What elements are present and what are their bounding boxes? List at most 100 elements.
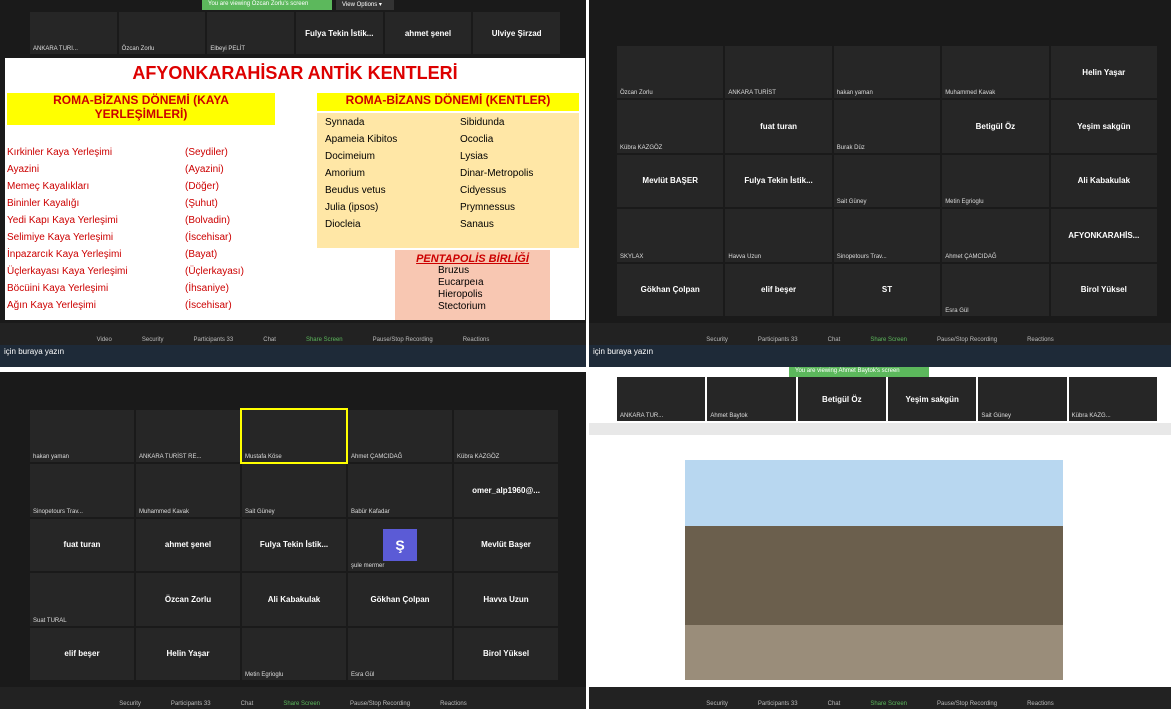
participants-button[interactable]: Participants 33	[194, 337, 234, 343]
thumbnail[interactable]: Sait Güney	[978, 377, 1067, 421]
thumbnail[interactable]: Kübra KAZG...	[1068, 377, 1157, 421]
thumbnail[interactable]: ANKARA TUR...	[617, 377, 706, 421]
slide-title: AFYONKARAHİSAR ANTİK KENTLERİ	[132, 63, 458, 83]
cities-column-a: Synnada Apameia Kibitos Docimeium Amorium Be…	[325, 117, 398, 230]
thumbnail-strip: ANKARA TURI... Özcan Zorlu Elbeyi PELİT …	[30, 12, 560, 54]
rock-site-list: Kırkinler Kaya Yerleşimi Ayazini Memeç Kay…	[7, 147, 128, 311]
participant-tile[interactable]: omer_alp1960@...	[454, 464, 558, 517]
participant-tile[interactable]: hakan yaman	[833, 46, 941, 99]
participant-tile[interactable]: SKYLAX	[617, 209, 724, 262]
windows-taskbar: için buraya yazın	[0, 345, 586, 367]
participant-tile[interactable]: Kübra KAZGÖZ	[617, 100, 724, 153]
participant-grid: Özcan Zorlu ANKARA TURİST hakan yaman Muham…	[617, 46, 1157, 316]
thumbnail-strip: ANKARA TUR... Ahmet Baytok Betigül Öz Yeşim…	[617, 377, 1157, 421]
thumbnail[interactable]: Ulviye Şirzad	[473, 12, 560, 54]
security-button[interactable]: Security	[142, 337, 164, 343]
quadrant-bottom-left: hakan yaman ANKARA TURİST RE... Mustafa Kö…	[0, 372, 586, 709]
participant-tile[interactable]: AFYONKARAHİS...	[1050, 209, 1157, 262]
participant-tile[interactable]: Mevlüt BAŞER	[617, 154, 724, 208]
viewing-banner: You are viewing Özcan Zorlu's screen	[202, 0, 332, 10]
participant-tile[interactable]: Gökhan Çolpan	[348, 573, 452, 626]
participant-tile[interactable]: Sait Güney	[833, 154, 941, 208]
rock-site-places: (Seydiler) (Ayazini) (Döğer) (Şuhut) (Bolvad…	[185, 147, 244, 311]
cities-column-b: Sibidunda Ococlia Lysias Dinar-Metropolis Ci…	[460, 117, 534, 230]
participant-tile[interactable]: Ali Kabakulak	[1050, 154, 1157, 208]
search-box[interactable]: için buraya yazın	[593, 347, 653, 356]
participant-tile[interactable]: Metin Egrioglu	[242, 627, 346, 680]
windows-taskbar: için buraya yazın	[589, 345, 1171, 367]
participant-tile[interactable]: Suat TURAL	[30, 573, 134, 626]
participant-tile[interactable]: Özcan Zorlu	[136, 573, 240, 626]
pentapolis-box: PENTAPOLİS BİRLİĞİ Bruzus Eucarpeıa Hierop…	[395, 250, 550, 320]
participant-tile[interactable]: Havva Uzun	[725, 209, 832, 262]
participant-tile[interactable]: Metin Egrioglu	[942, 154, 1049, 208]
reactions-button[interactable]: Reactions	[463, 337, 490, 343]
participant-grid: hakan yaman ANKARA TURİST RE... Mustafa Kö…	[30, 407, 558, 680]
participant-tile[interactable]: Ahmet ÇAMCIDAĞ	[348, 410, 452, 463]
thumbnail[interactable]: ahmet şenel	[384, 12, 472, 54]
viewing-banner: You are viewing Ahmet Baytok's screen	[789, 367, 929, 377]
participant-tile[interactable]: Fulya Tekin İstik...	[242, 518, 346, 572]
meeting-toolbar: Security Participants 33 Chat Share Screen P…	[0, 687, 586, 709]
record-button[interactable]: Pause/Stop Recording	[373, 337, 433, 343]
quadrant-top-left: You are viewing Özcan Zorlu's screen Vie…	[0, 0, 586, 367]
participant-tile[interactable]: Havva Uzun	[454, 573, 558, 626]
quadrant-top-right: Özcan Zorlu ANKARA TURİST hakan yaman Muham…	[589, 0, 1171, 367]
thumbnail[interactable]: Betigül Öz	[797, 377, 886, 421]
right-heading: ROMA-BİZANS DÖNEMİ (KENTLER)	[317, 93, 579, 111]
participant-tile[interactable]: ANKARA TURİST RE...	[136, 410, 240, 463]
participant-tile[interactable]: Muhammed Kavak	[942, 46, 1049, 99]
participant-tile[interactable]: Esra Gül	[348, 627, 452, 680]
search-box[interactable]: için buraya yazın	[4, 347, 64, 356]
participant-tile[interactable]: Burak Düz	[833, 100, 941, 153]
meeting-toolbar: Security Participants 33 Chat Share Screen P…	[589, 687, 1171, 709]
castle-photo	[685, 460, 1063, 680]
participant-tile[interactable]: ahmet şenel	[136, 518, 240, 572]
participant-tile[interactable]: Yeşim sakgün	[1050, 100, 1157, 153]
participant-tile[interactable]: Özcan Zorlu	[617, 46, 724, 99]
participant-tile[interactable]: Sait Güney	[242, 464, 346, 517]
thumbnail[interactable]: Ahmet Baytok	[707, 377, 796, 421]
pentapolis-title: PENTAPOLİS BİRLİĞİ	[416, 253, 529, 265]
participant-tile[interactable]: Helin Yaşar	[1050, 46, 1157, 99]
avatar: Ş	[383, 528, 417, 561]
participant-tile[interactable]: Muhammed Kavak	[136, 464, 240, 517]
participant-tile[interactable]: Gökhan Çolpan	[617, 263, 724, 316]
participant-tile[interactable]: Mevlüt Başer	[454, 518, 558, 572]
participant-tile[interactable]: elif beşer	[725, 263, 832, 316]
view-options-button[interactable]: View Options ▾	[336, 0, 394, 10]
participant-tile[interactable]: hakan yaman	[30, 410, 134, 463]
pentapolis-list: Bruzus Eucarpeıa Hieropolis Stectorium	[438, 265, 486, 312]
participant-tile[interactable]: fuat turan	[725, 100, 832, 153]
thumbnail[interactable]: Elbeyi PELİT	[207, 12, 294, 54]
participant-tile[interactable]: Mustafa Köse	[240, 407, 348, 465]
participant-tile[interactable]: Esra Gül	[942, 263, 1049, 316]
left-heading: ROMA-BİZANS DÖNEMİ (KAYA YERLEŞİMLERİ)	[7, 93, 275, 125]
shared-slide: AFYONKARAHİSAR ANTİK KENTLERİ ROMA-BİZAN…	[5, 58, 585, 320]
chat-button[interactable]: Chat	[263, 337, 276, 343]
participant-tile[interactable]: Şşule mermer	[348, 518, 452, 572]
participant-tile[interactable]: Fulya Tekin İstik...	[725, 154, 832, 208]
participant-tile[interactable]: Sinopetours Trav...	[30, 464, 134, 517]
thumbnail[interactable]: ANKARA TURI...	[30, 12, 117, 54]
meeting-toolbar: Video Security Participants 33 Chat Share Sc…	[0, 323, 586, 345]
participant-tile[interactable]: Betigül Öz	[942, 100, 1049, 153]
thumbnail[interactable]: Özcan Zorlu	[118, 12, 206, 54]
participant-tile[interactable]: Helin Yaşar	[136, 627, 240, 680]
participant-tile[interactable]: Ali Kabakulak	[242, 573, 346, 626]
participant-tile[interactable]: fuat turan	[30, 518, 134, 572]
participant-tile[interactable]: Babür Kafadar	[348, 464, 452, 517]
participant-tile[interactable]: ANKARA TURİST	[725, 46, 832, 99]
participant-tile[interactable]: elif beşer	[30, 627, 134, 680]
share-screen-button[interactable]: Share Screen	[306, 337, 343, 343]
meeting-toolbar: Security Participants 33 Chat Share Screen P…	[589, 323, 1171, 345]
thumbnail[interactable]: Fulya Tekin İstik...	[295, 12, 383, 54]
participant-tile[interactable]: Sinopetours Trav...	[833, 209, 941, 262]
video-button[interactable]: Video	[97, 337, 112, 343]
participant-tile[interactable]: Ahmet ÇAMCIDAĞ	[942, 209, 1049, 262]
thumbnail[interactable]: Yeşim sakgün	[888, 377, 977, 421]
participant-tile[interactable]: ST	[833, 263, 941, 316]
participant-tile[interactable]: Birol Yüksel	[1050, 263, 1157, 316]
participant-tile[interactable]: Kübra KAZGÖZ	[454, 410, 558, 463]
participant-tile[interactable]: Birol Yüksel	[454, 627, 558, 680]
